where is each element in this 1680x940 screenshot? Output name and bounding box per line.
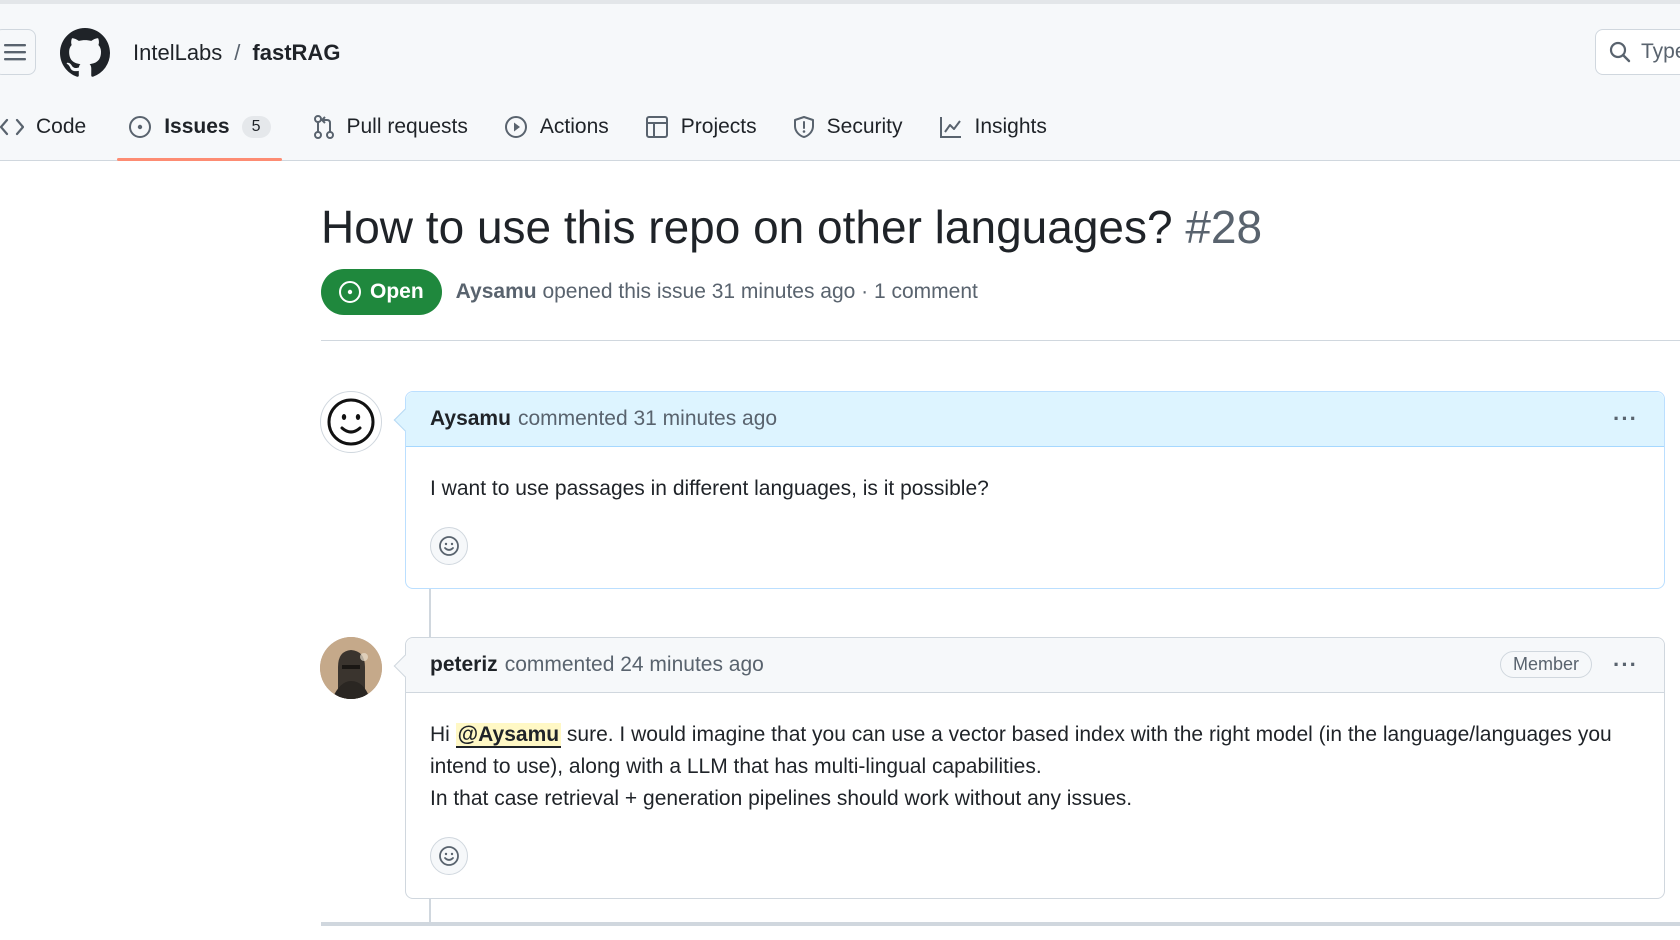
issue-comment: peteriz commented 24 minutes ago Member … <box>393 637 1665 899</box>
tab-security-label: Security <box>826 115 903 138</box>
search-icon <box>1609 41 1631 63</box>
comment-body-line1: sure. I would imagine that you can use a… <box>430 723 1612 778</box>
tab-code-label: Code <box>36 115 87 138</box>
git-pull-request-icon <box>313 115 334 139</box>
comment-body-prefix: Hi <box>430 723 456 746</box>
graph-icon <box>939 117 961 138</box>
comment-timestamp[interactable]: commented 24 minutes ago <box>505 653 764 677</box>
tab-insights[interactable]: Insights <box>921 104 1065 150</box>
tab-pull-requests-label: Pull requests <box>346 115 468 138</box>
header-divider <box>321 340 1680 341</box>
comment-actions-button[interactable]: ··· <box>1613 652 1638 678</box>
tab-issues-label: Issues <box>164 115 230 138</box>
issue-author-link[interactable]: Aysamu <box>456 280 537 303</box>
comment-author-link[interactable]: peteriz <box>430 653 498 677</box>
comment-author-link[interactable]: Aysamu <box>430 407 511 431</box>
browser-edge <box>0 0 1680 4</box>
comment-body: Hi @Aysamu sure. I would imagine that yo… <box>406 693 1664 815</box>
breadcrumb-separator: / <box>234 40 241 65</box>
tab-code[interactable]: Code <box>0 104 104 150</box>
tab-issues[interactable]: Issues 5 <box>110 104 288 161</box>
repo-nav-tabs: Code Issues 5 Pull requests Actions Proj… <box>0 104 1065 161</box>
issue-opened-icon <box>339 281 361 303</box>
avatar[interactable] <box>320 637 382 699</box>
user-mention-link[interactable]: @Aysamu <box>455 723 562 748</box>
comment-timestamp[interactable]: commented 31 minutes ago <box>518 407 777 431</box>
comment-body: I want to use passages in different lang… <box>406 447 1664 505</box>
tab-security[interactable]: Security <box>775 104 921 150</box>
avatar[interactable] <box>320 391 382 453</box>
table-icon <box>645 116 668 138</box>
comment-header: Aysamu commented 31 minutes ago ··· <box>393 392 1664 447</box>
comment-body-text: I want to use passages in different lang… <box>430 477 989 500</box>
smiley-avatar-icon <box>327 398 375 446</box>
add-reaction-button[interactable] <box>430 837 468 875</box>
tab-insights-label: Insights <box>974 115 1047 138</box>
github-logo-icon[interactable] <box>60 28 110 78</box>
comment-actions-button[interactable]: ··· <box>1613 406 1638 432</box>
issue-state-badge: Open <box>321 269 442 315</box>
hamburger-icon <box>4 44 26 61</box>
repo-owner-link[interactable]: IntelLabs <box>133 40 222 66</box>
issue-state-row: Open Aysamu opened this issue 31 minutes… <box>321 269 978 315</box>
search-placeholder: Type <box>1641 40 1680 63</box>
search-input[interactable]: Type <box>1595 29 1680 75</box>
issue-comment: Aysamu commented 31 minutes ago ··· I wa… <box>393 391 1665 589</box>
global-menu-button[interactable] <box>0 29 36 75</box>
play-icon <box>504 116 527 138</box>
issues-count-badge: 5 <box>241 116 271 138</box>
comment-arrow <box>393 654 417 678</box>
timeline-divider <box>321 922 1680 926</box>
tab-projects-label: Projects <box>680 115 757 138</box>
issue-title: How to use this repo on other languages?… <box>321 200 1262 254</box>
member-role-badge: Member <box>1499 651 1592 678</box>
add-reaction-button[interactable] <box>430 527 468 565</box>
issue-opened-icon <box>129 116 152 138</box>
smiley-icon <box>439 536 459 556</box>
issue-meta: Aysamu opened this issue 31 minutes ago … <box>456 280 978 304</box>
repo-header: IntelLabs / fastRAG Type Code Issues 5 P… <box>0 0 1680 161</box>
tab-projects[interactable]: Projects <box>627 104 775 150</box>
tab-pull-requests[interactable]: Pull requests <box>295 104 486 150</box>
comment-header: peteriz commented 24 minutes ago Member … <box>393 638 1664 693</box>
issue-state-label: Open <box>370 280 424 303</box>
tab-actions-label: Actions <box>539 115 609 138</box>
comment-arrow <box>393 408 417 432</box>
tab-actions[interactable]: Actions <box>486 104 627 150</box>
issue-title-text: How to use this repo on other languages? <box>321 201 1173 253</box>
comment-body-line2: In that case retrieval + generation pipe… <box>430 787 1133 810</box>
smiley-icon <box>439 846 459 866</box>
shield-icon <box>793 116 814 138</box>
code-icon <box>0 118 24 136</box>
repo-name-link[interactable]: fastRAG <box>252 40 340 66</box>
issue-opened-text: opened this issue 31 minutes ago · 1 com… <box>542 280 978 303</box>
breadcrumb: IntelLabs / fastRAG <box>133 40 340 66</box>
issue-number: #28 <box>1185 201 1263 253</box>
user-photo-avatar-icon <box>320 637 382 699</box>
